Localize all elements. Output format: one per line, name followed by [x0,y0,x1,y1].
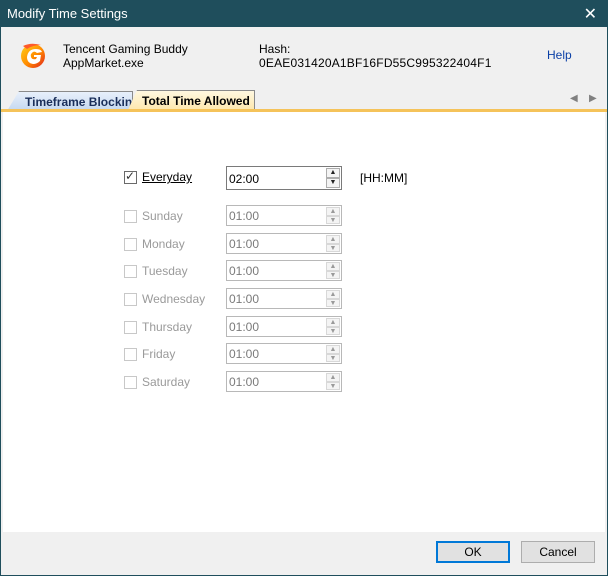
spin-down-icon[interactable]: ▼ [326,298,340,307]
saturday-time-spinner[interactable]: 01:00 ▲ ▼ [226,371,342,392]
tab-strip: Timeframe Blocking Total Time Allowed ◀ … [1,87,607,112]
app-exe: AppMarket.exe [63,56,144,70]
sunday-time-value[interactable]: 01:00 [229,209,259,223]
day-row-friday: Friday 01:00 ▲ ▼ [3,343,605,369]
app-name: Tencent Gaming Buddy [63,42,188,56]
everyday-checkbox[interactable] [124,169,137,184]
friday-checkbox[interactable] [124,348,137,361]
thursday-time-spinner[interactable]: 01:00 ▲ ▼ [226,316,342,337]
spin-up-icon[interactable]: ▲ [326,290,340,299]
spin-down-icon[interactable]: ▼ [326,215,340,224]
dialog-window: Modify Time Settings ✕ Tencent Gaming Bu… [0,0,608,576]
dialog-footer: OK Cancel [1,532,607,575]
everyday-time-value[interactable]: 02:00 [229,172,259,186]
sunday-label: Sunday [142,209,183,223]
app-logo-icon [21,43,45,68]
spin-down-icon[interactable]: ▼ [326,270,340,279]
friday-time-value[interactable]: 01:00 [229,347,259,361]
monday-time-spinner[interactable]: 01:00 ▲ ▼ [226,233,342,254]
saturday-label: Saturday [142,375,191,389]
saturday-checkbox[interactable] [124,376,137,389]
tab-timeframe-blocking[interactable]: Timeframe Blocking [7,91,133,111]
cancel-button[interactable]: Cancel [521,541,595,563]
wednesday-time-spinner[interactable]: 01:00 ▲ ▼ [226,288,342,309]
day-row-thursday: Thursday 01:00 ▲ ▼ [3,316,605,342]
tuesday-time-value[interactable]: 01:00 [229,264,259,278]
monday-label: Monday [142,237,185,251]
spin-down-icon[interactable]: ▼ [326,381,340,390]
sunday-checkbox[interactable] [124,210,137,223]
everyday-time-spinner[interactable]: 02:00 ▲ ▼ [226,166,342,190]
hash-value: 0EAE031420A1BF16FD55C995322404F1 [259,56,492,70]
tab-scroll-right-icon[interactable]: ▶ [589,93,597,104]
day-row-sunday: Sunday 01:00 ▲ ▼ [3,205,605,231]
help-link[interactable]: Help [547,48,572,62]
monday-checkbox[interactable] [124,238,137,251]
tab-scroll-left-icon[interactable]: ◀ [570,93,578,104]
everyday-label: Everyday [142,170,193,184]
tuesday-label: Tuesday [142,264,188,278]
day-row-wednesday: Wednesday 01:00 ▲ ▼ [3,288,605,314]
spin-up-icon[interactable]: ▲ [326,345,340,354]
app-header: Tencent Gaming Buddy AppMarket.exe Hash:… [1,27,607,87]
spin-down-icon[interactable]: ▼ [326,353,340,362]
wednesday-time-value[interactable]: 01:00 [229,292,259,306]
day-row-tuesday: Tuesday 01:00 ▲ ▼ [3,260,605,286]
spin-down-icon[interactable]: ▼ [326,243,340,252]
hash-label: Hash: [259,42,291,56]
tuesday-checkbox[interactable] [124,265,137,278]
time-format-hint: [HH:MM] [360,171,408,185]
spin-up-icon[interactable]: ▲ [326,168,340,178]
spin-up-icon[interactable]: ▲ [326,262,340,271]
day-row-saturday: Saturday 01:00 ▲ ▼ [3,371,605,397]
spin-down-icon[interactable]: ▼ [326,326,340,335]
spin-up-icon[interactable]: ▲ [326,207,340,216]
spin-down-icon[interactable]: ▼ [326,178,340,188]
spin-up-icon[interactable]: ▲ [326,373,340,382]
wednesday-label: Wednesday [142,292,206,306]
spin-up-icon[interactable]: ▲ [326,235,340,244]
friday-time-spinner[interactable]: 01:00 ▲ ▼ [226,343,342,364]
wednesday-checkbox[interactable] [124,293,137,306]
thursday-checkbox[interactable] [124,321,137,334]
thursday-time-value[interactable]: 01:00 [229,320,259,334]
monday-time-value[interactable]: 01:00 [229,237,259,251]
title-bar: Modify Time Settings ✕ [1,1,607,27]
ok-button[interactable]: OK [436,541,510,563]
tab-content: Everyday 02:00 ▲ ▼ [HH:MM] Sunday 01:00 … [3,112,605,532]
window-title: Modify Time Settings [7,6,128,21]
close-icon[interactable]: ✕ [584,4,597,24]
friday-label: Friday [142,347,176,361]
saturday-time-value[interactable]: 01:00 [229,375,259,389]
tuesday-time-spinner[interactable]: 01:00 ▲ ▼ [226,260,342,281]
sunday-time-spinner[interactable]: 01:00 ▲ ▼ [226,205,342,226]
day-row-monday: Monday 01:00 ▲ ▼ [3,233,605,259]
thursday-label: Thursday [142,320,193,334]
spin-up-icon[interactable]: ▲ [326,318,340,327]
everyday-row: Everyday 02:00 ▲ ▼ [HH:MM] [3,166,605,192]
